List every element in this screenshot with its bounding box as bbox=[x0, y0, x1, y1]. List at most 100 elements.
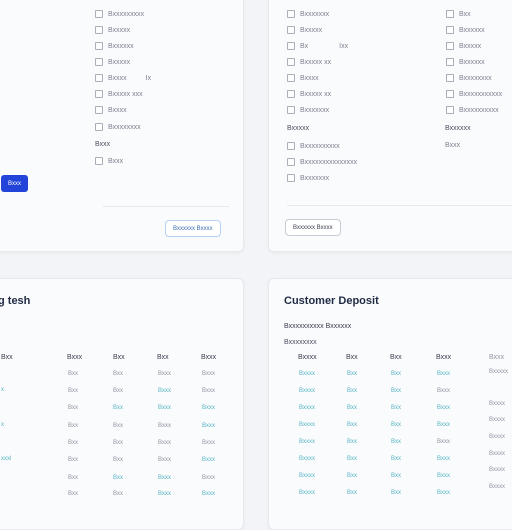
checkbox-option[interactable]: Bxxxx Ix bbox=[95, 74, 151, 82]
checkbox-option[interactable]: Bxxxxxxxxxx bbox=[287, 142, 340, 150]
side-value: Bxxxx bbox=[489, 451, 506, 457]
table-cell: Bxx bbox=[391, 490, 402, 496]
checkbox-option[interactable]: Bxxxxxxxxxxxxxxx bbox=[287, 158, 357, 166]
checkbox-option[interactable]: Bxxxxx xxx bbox=[95, 90, 143, 98]
table-cell: Bxx bbox=[391, 388, 402, 394]
table-cell: Bxx bbox=[347, 473, 358, 479]
table-cell: Bxxx bbox=[437, 473, 451, 479]
checkbox-option[interactable]: Bxxx bbox=[95, 157, 123, 165]
column-header: Bxx bbox=[113, 354, 125, 361]
checkbox-option[interactable]: Bxxxxx bbox=[446, 42, 481, 50]
checkbox-icon[interactable] bbox=[287, 74, 295, 82]
outline-button[interactable]: Bxxxxxx Bxxxx bbox=[165, 220, 221, 237]
checkbox-icon[interactable] bbox=[287, 142, 295, 150]
side-value: Bxxxx bbox=[489, 434, 506, 440]
table-cell: Bxxx bbox=[202, 440, 216, 446]
checkbox-icon[interactable] bbox=[446, 74, 454, 82]
section-label: Bxxxxxxxx bbox=[284, 339, 317, 346]
checkbox-icon[interactable] bbox=[95, 157, 103, 165]
table-cell: Bxx bbox=[68, 371, 79, 377]
column-header: Bxxx bbox=[489, 354, 505, 361]
table-cell: Bxxx bbox=[202, 457, 216, 463]
checkbox-icon[interactable] bbox=[446, 10, 454, 18]
table-cell: Bxxx bbox=[158, 491, 172, 497]
table-cell: Bxx bbox=[113, 475, 124, 481]
table-cell: Bxxx bbox=[202, 491, 216, 497]
checkbox-icon[interactable] bbox=[446, 26, 454, 34]
table-cell: Bxx bbox=[68, 405, 79, 411]
table-cell: Bxx bbox=[113, 491, 124, 497]
table-cell: Bxx bbox=[113, 388, 124, 394]
checkbox-icon[interactable] bbox=[446, 42, 454, 50]
checkbox-icon[interactable] bbox=[446, 58, 454, 66]
checkbox-option[interactable]: Bxxxxxxxxxx bbox=[446, 106, 499, 114]
checkbox-icon[interactable] bbox=[95, 10, 103, 18]
checkbox-option[interactable]: Bxxxxxxx bbox=[287, 10, 329, 18]
table-cell: Bxx bbox=[347, 422, 358, 428]
checkbox-icon[interactable] bbox=[287, 90, 295, 98]
checkbox-option[interactable]: Bxxxxx xx bbox=[287, 58, 331, 66]
checkbox-option[interactable]: Bxxxxx bbox=[95, 58, 130, 66]
checkbox-icon[interactable] bbox=[287, 106, 295, 114]
checkbox-icon[interactable] bbox=[287, 10, 295, 18]
checkbox-icon[interactable] bbox=[287, 174, 295, 182]
checkbox-icon[interactable] bbox=[95, 106, 103, 114]
checkbox-option[interactable]: Bx Ixx bbox=[287, 42, 348, 50]
column-header: Bxxx bbox=[67, 354, 83, 361]
column-header: Bxx bbox=[157, 354, 169, 361]
checkbox-icon[interactable] bbox=[287, 58, 295, 66]
checkbox-icon[interactable] bbox=[287, 42, 295, 50]
primary-button[interactable]: Bxxx bbox=[1, 175, 28, 192]
checkbox-option[interactable]: Bxxxxxx bbox=[95, 42, 134, 50]
table-cell: Bxxx bbox=[202, 405, 216, 411]
outline-button[interactable]: Bxxxxxx Bxxxx bbox=[285, 219, 341, 236]
card-subtitle: Bxxxxxxxxxx Bxxxxxx bbox=[284, 323, 352, 330]
section-value: Bxxx bbox=[445, 142, 461, 149]
table-cell: Bxxx bbox=[202, 475, 216, 481]
side-value: Bxxxx bbox=[489, 401, 506, 407]
table-cell: Bxx bbox=[113, 440, 124, 446]
table-cell: Bxxx bbox=[202, 423, 216, 429]
checkbox-option[interactable]: Bxxxxxxxx bbox=[446, 74, 492, 82]
table-cell: Bxxxx bbox=[299, 456, 316, 462]
column-header: Bxxxx bbox=[298, 354, 317, 361]
checkbox-option[interactable]: Bxxxxxxx bbox=[287, 174, 329, 182]
checkbox-icon[interactable] bbox=[446, 106, 454, 114]
table-cell: Bxx bbox=[391, 405, 402, 411]
checkbox-icon[interactable] bbox=[95, 26, 103, 34]
checkbox-icon[interactable] bbox=[95, 58, 103, 66]
table-cell: Bxx bbox=[347, 456, 358, 462]
table-cell: Bxx bbox=[113, 405, 124, 411]
checkbox-option[interactable]: Bxxxxxxxxx bbox=[95, 10, 144, 18]
checkbox-option[interactable]: Bxxxxxx bbox=[446, 26, 485, 34]
checkbox-option[interactable]: Bxxxxxx bbox=[446, 58, 485, 66]
checkbox-option[interactable]: Bxxxxx xx bbox=[287, 90, 331, 98]
checkbox-option[interactable]: Bxxxxxxx bbox=[287, 106, 329, 114]
table-cell: Bxxxx bbox=[299, 388, 316, 394]
checkbox-option[interactable]: Bxxxxx bbox=[95, 26, 130, 34]
checkbox-icon[interactable] bbox=[95, 123, 103, 131]
side-value: Bxxxx bbox=[489, 467, 506, 473]
table-cell: Bxx bbox=[113, 423, 124, 429]
checkbox-icon[interactable] bbox=[95, 42, 103, 50]
checkbox-icon[interactable] bbox=[95, 90, 103, 98]
checkbox-icon[interactable] bbox=[287, 158, 295, 166]
checkbox-icon[interactable] bbox=[446, 90, 454, 98]
divider bbox=[103, 206, 229, 207]
checkbox-icon[interactable] bbox=[287, 26, 295, 34]
table-cell: Bxxx bbox=[437, 371, 451, 377]
table-cell: Bxx bbox=[391, 439, 402, 445]
checkbox-option[interactable]: Bxxxxxxxx bbox=[95, 123, 141, 131]
checkbox-option[interactable]: Bxxxx bbox=[95, 106, 127, 114]
checkbox-option[interactable]: Bxxxx bbox=[287, 74, 319, 82]
checkbox-option[interactable]: Bxxxxxxxxxxx bbox=[446, 90, 502, 98]
table-card-bottom-left: g tesh Bxx Bxxx Bxx Bxx Bxxx x x xxxl Bx… bbox=[0, 278, 244, 530]
table-card-bottom-right: Customer Deposit Bxxxxxxxxxx Bxxxxxx Bxx… bbox=[268, 278, 512, 530]
checkbox-option[interactable]: Bxx bbox=[446, 10, 471, 18]
table-cell: Bxx bbox=[347, 439, 358, 445]
table-cell: Bxx bbox=[347, 405, 358, 411]
section-label: Bxxxxx bbox=[287, 125, 310, 132]
table-cell: Bxxx bbox=[202, 388, 216, 394]
checkbox-option[interactable]: Bxxxxx bbox=[287, 26, 322, 34]
checkbox-icon[interactable] bbox=[95, 74, 103, 82]
